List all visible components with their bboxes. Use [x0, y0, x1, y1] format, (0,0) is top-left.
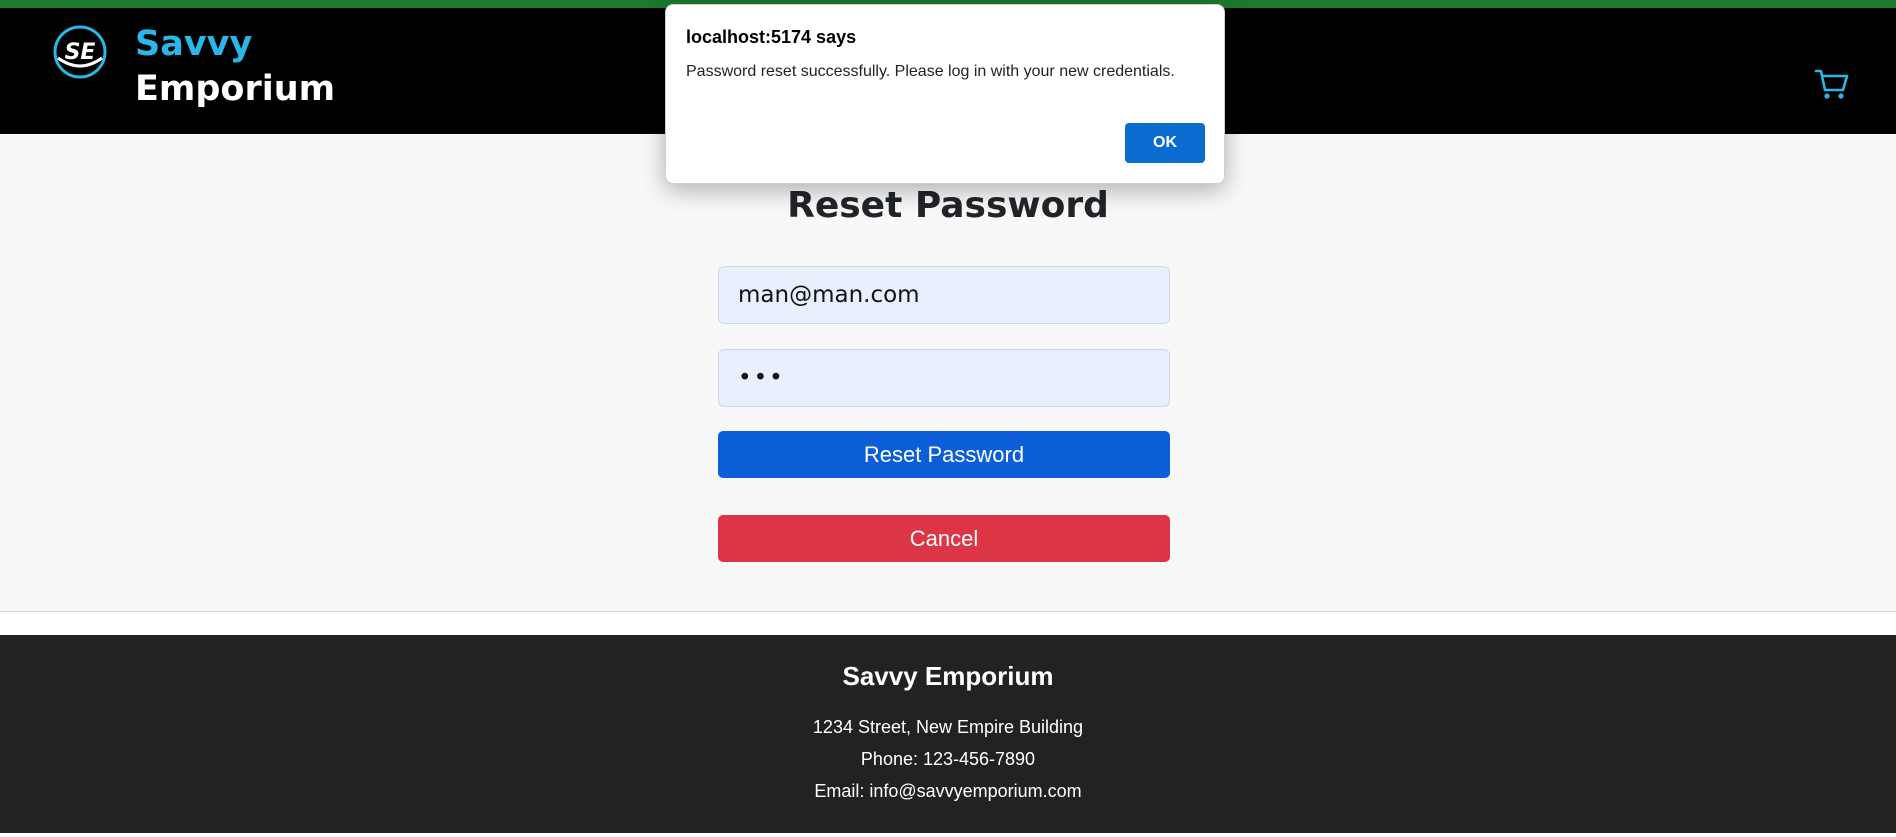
dialog-message: Password reset successfully. Please log …: [686, 63, 1175, 80]
footer-title: Savvy Emporium: [842, 661, 1054, 691]
email-field[interactable]: man@man.com: [718, 266, 1170, 324]
dialog-ok-button[interactable]: OK: [1125, 123, 1205, 163]
brand-name[interactable]: Savvy Emporium: [135, 22, 335, 112]
dialog-title: localhost:5174 says: [686, 27, 857, 47]
shopping-cart-icon[interactable]: [1814, 66, 1850, 102]
footer-email: Email: info@savvyemporium.com: [814, 781, 1082, 801]
password-field[interactable]: •••: [718, 349, 1170, 407]
brand-name-line2: Emporium: [135, 69, 336, 109]
alert-dialog: localhost:5174 says Password reset succe…: [665, 4, 1225, 184]
brand-name-line1: Savvy: [135, 24, 253, 64]
page-title: Reset Password: [787, 185, 1109, 226]
footer-address: 1234 Street, New Empire Building: [812, 717, 1084, 737]
reset-password-button[interactable]: Reset Password: [718, 431, 1170, 478]
cancel-button[interactable]: Cancel: [718, 515, 1170, 562]
site-footer: Savvy Emporium 1234 Street, New Empire B…: [0, 635, 1896, 833]
se-logo-icon[interactable]: SE: [52, 24, 108, 80]
reset-password-section: Reset Password man@man.com ••• Reset Pas…: [0, 134, 1896, 612]
footer-phone: Phone: 123-456-7890: [860, 749, 1036, 769]
svg-text:SE: SE: [65, 40, 96, 65]
